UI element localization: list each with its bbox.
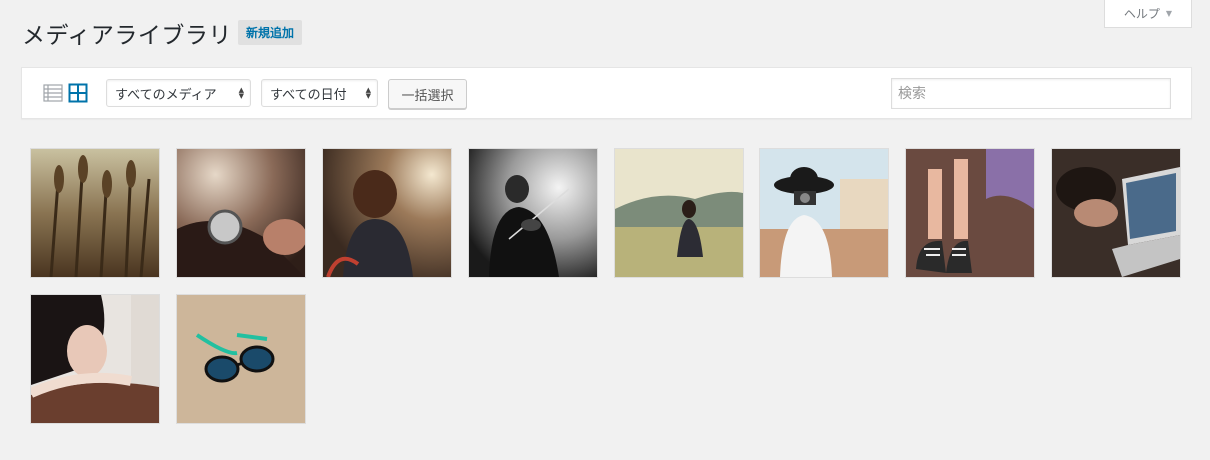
- date-filter[interactable]: すべての日付 ▲ ▼: [261, 79, 378, 107]
- violinist-bw-photo: [469, 149, 597, 277]
- sunglasses-sand-photo: [177, 295, 305, 423]
- media-thumbnail-laptop[interactable]: [1051, 148, 1181, 278]
- sneakers-legs-photo: [906, 149, 1034, 277]
- media-thumbnail-portrait[interactable]: [30, 294, 160, 424]
- list-view-icon[interactable]: [43, 83, 63, 103]
- wheat-field-photo: [31, 149, 159, 277]
- grid-view-icon[interactable]: [68, 83, 88, 103]
- woman-portrait-photo: [31, 295, 159, 423]
- media-type-filter-value: すべてのメディア: [115, 87, 217, 103]
- media-thumbnail-field[interactable]: [614, 148, 744, 278]
- media-thumbnail-watch[interactable]: [176, 148, 306, 278]
- caret-down-icon: ▼: [1165, 9, 1173, 18]
- date-filter-value: すべての日付: [270, 87, 347, 103]
- page-title: メディアライブラリ: [22, 23, 232, 49]
- media-thumbnail-violinist[interactable]: [468, 148, 598, 278]
- wristwatch-hand-photo: [177, 149, 305, 277]
- woman-laptop-photo: [1052, 149, 1180, 277]
- woman-backlit-photo: [323, 149, 451, 277]
- media-thumbnail-wheat[interactable]: [30, 148, 160, 278]
- bulk-select-button[interactable]: 一括選択: [388, 79, 467, 109]
- media-thumbnail-sneakers[interactable]: [905, 148, 1035, 278]
- media-thumbnail-sunglasses[interactable]: [176, 294, 306, 424]
- select-arrows-icon: ▲ ▼: [365, 86, 371, 100]
- media-thumbnail-backlit[interactable]: [322, 148, 452, 278]
- woman-camera-hat-photo: [760, 149, 888, 277]
- add-new-button[interactable]: 新規追加: [238, 20, 303, 45]
- help-label: ヘルプ: [1123, 7, 1160, 21]
- media-type-filter[interactable]: すべてのメディア ▲ ▼: [106, 79, 251, 107]
- woman-sitting-field-photo: [615, 149, 743, 277]
- media-thumbnail-camera[interactable]: [759, 148, 889, 278]
- help-tab[interactable]: ヘルプ ▼: [1104, 0, 1192, 28]
- search-input[interactable]: [891, 78, 1171, 109]
- media-toolbar: すべてのメディア ▲ ▼ すべての日付 ▲ ▼ 一括選択: [21, 67, 1192, 119]
- select-arrows-icon: ▲ ▼: [238, 86, 244, 100]
